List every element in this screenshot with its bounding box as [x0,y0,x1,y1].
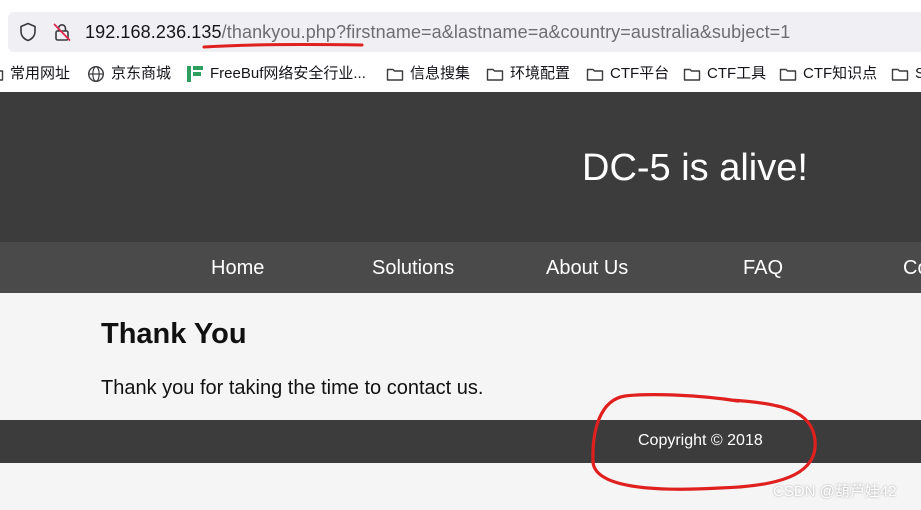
site-title: DC-5 is alive! [582,147,808,189]
lock-insecure-icon[interactable] [52,22,72,42]
folder-icon [779,68,797,81]
page-heading: Thank You [101,318,247,350]
site-header: DC-5 is alive! [0,92,921,242]
folder-icon [586,68,604,81]
shield-icon[interactable] [18,22,38,42]
url-text[interactable]: 192.168.236.135/thankyou.php?firstname=a… [85,21,790,43]
nav-item-home[interactable]: Home [211,256,264,280]
url-bar[interactable]: 192.168.236.135/thankyou.php?firstname=a… [8,12,921,52]
thank-you-message: Thank you for taking the time to contact… [101,377,484,399]
csdn-watermark: CSDN @葫芦娃42 [773,483,897,500]
bookmarks-bar: 常用网址 京东商城 FreeBuf网络安全行业... 信息搜集 环境配置 CTF… [0,56,921,92]
url-path: /thankyou.php?firstname=a&lastname=a&cou… [221,22,791,42]
nav-item-solutions[interactable]: Solutions [372,256,454,280]
site-nav: Home Solutions About Us FAQ Co [0,242,921,293]
freebuf-icon [187,66,203,82]
folder-icon [486,68,504,81]
url-host: 192.168.236.135 [85,22,222,42]
folder-icon [0,70,4,81]
nav-item-about-us[interactable]: About Us [546,256,628,280]
site-footer: Copyright © 2018 [0,420,921,463]
folder-icon [891,68,909,81]
folder-icon [683,68,701,81]
globe-icon [87,65,105,83]
copyright-text: Copyright © 2018 [638,432,763,449]
folder-icon [386,68,404,81]
browser-toolbar: 192.168.236.135/thankyou.php?firstname=a… [0,0,921,56]
nav-item-contact[interactable]: Co [903,256,921,280]
nav-item-faq[interactable]: FAQ [743,256,783,280]
